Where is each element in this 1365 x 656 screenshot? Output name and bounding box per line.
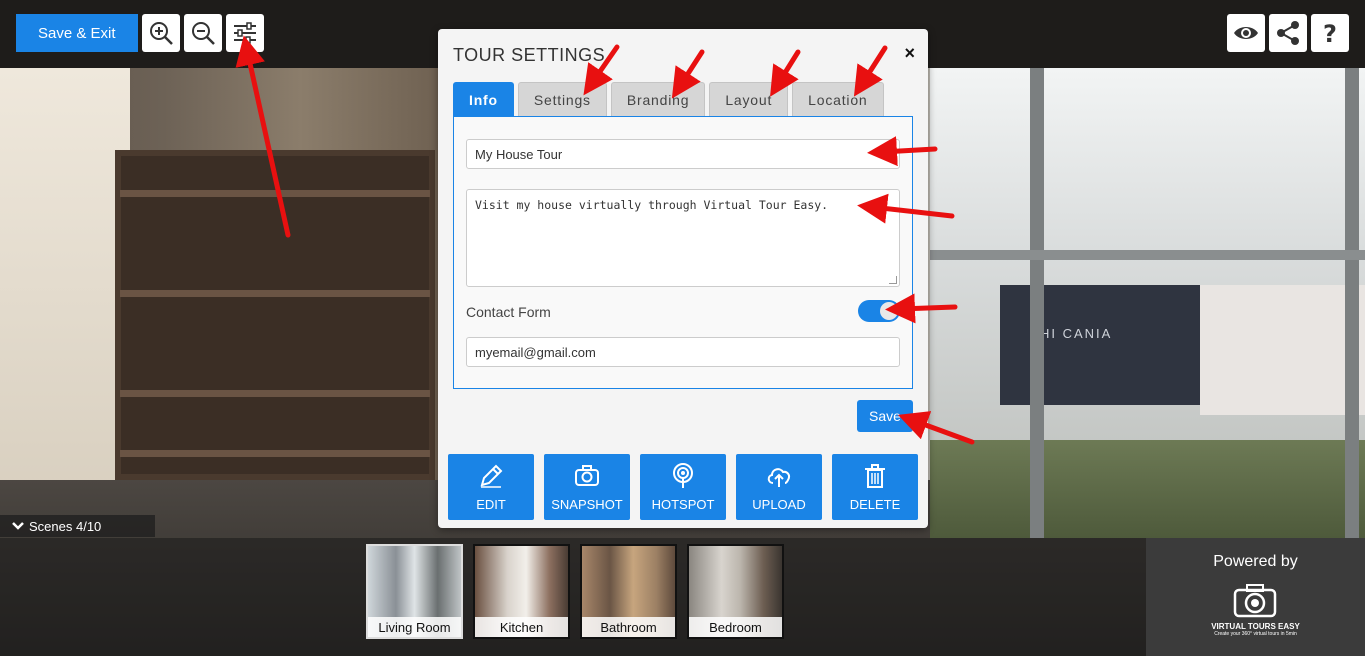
camera-icon xyxy=(575,465,599,486)
tab-info[interactable]: Info xyxy=(453,82,514,116)
svg-text:?: ? xyxy=(1323,20,1337,46)
shelf xyxy=(120,390,430,397)
top-right-toolbar: ? xyxy=(1227,14,1349,52)
scene-caption: Bathroom xyxy=(582,617,675,637)
edit-button[interactable]: EDIT xyxy=(448,454,534,520)
resize-handle[interactable] xyxy=(889,276,897,284)
scene-thumb-kitchen[interactable]: Kitchen xyxy=(473,544,570,639)
chevron-down-icon xyxy=(12,522,24,530)
contact-form-toggle[interactable] xyxy=(858,300,900,322)
wall xyxy=(0,68,130,508)
scene-thumb-bedroom[interactable]: Bedroom xyxy=(687,544,784,639)
tour-settings-button[interactable] xyxy=(225,14,264,52)
billboard-logo-panel xyxy=(1200,285,1365,415)
lawn xyxy=(930,440,1365,538)
scene-caption: Living Room xyxy=(368,617,461,637)
tour-settings-dialog: TOUR SETTINGS × Info Settings Branding L… xyxy=(438,29,928,528)
shelf xyxy=(120,190,430,197)
help-button[interactable]: ? xyxy=(1311,14,1349,52)
share-icon xyxy=(1277,21,1299,45)
window-frame xyxy=(1030,68,1044,538)
preview-button[interactable] xyxy=(1227,14,1265,52)
brand-tagline: Create your 360° virtual tours in 5min xyxy=(1214,631,1297,637)
snapshot-button[interactable]: SNAPSHOT xyxy=(544,454,630,520)
tab-location[interactable]: Location xyxy=(792,82,884,116)
cloud-upload-icon xyxy=(767,468,791,487)
window-frame xyxy=(1345,68,1359,538)
scene-thumb-bathroom[interactable]: Bathroom xyxy=(580,544,677,639)
trash-icon xyxy=(865,464,885,488)
eye-icon xyxy=(1234,27,1258,39)
pencil-icon xyxy=(480,464,503,488)
help-icon: ? xyxy=(1323,20,1337,46)
scenes-toggle[interactable]: Scenes 4/10 xyxy=(0,515,155,537)
zoom-in-icon xyxy=(149,22,173,45)
info-panel: My House Tour Visit my house virtually t… xyxy=(453,116,913,389)
delete-label: DELETE xyxy=(849,497,901,512)
scene-thumbnails: Living Room Kitchen Bathroom Bedroom xyxy=(366,544,784,639)
brand-name: VIRTUAL TOURS EASY xyxy=(1211,622,1300,631)
settings-tabs: Info Settings Branding Layout Location xyxy=(453,82,884,116)
billboard-text: HI CANIA xyxy=(1040,326,1113,341)
tour-name-input[interactable]: My House Tour xyxy=(466,139,900,169)
upload-button[interactable]: UPLOAD xyxy=(736,454,822,520)
powered-by-label: Powered by xyxy=(1213,553,1298,570)
window-frame xyxy=(930,250,1365,260)
tab-branding[interactable]: Branding xyxy=(610,82,706,116)
save-exit-button[interactable]: Save & Exit xyxy=(16,14,138,52)
scene-thumb-living-room[interactable]: Living Room xyxy=(366,544,463,639)
camera-logo-icon xyxy=(1233,584,1277,618)
scenes-count: Scenes 4/10 xyxy=(29,518,102,534)
hotspot-icon xyxy=(673,463,693,488)
tab-layout[interactable]: Layout xyxy=(709,82,789,116)
zoom-out-button[interactable] xyxy=(183,14,222,52)
sliders-icon xyxy=(233,22,256,44)
dialog-title: TOUR SETTINGS xyxy=(453,45,606,65)
scene-caption: Kitchen xyxy=(475,617,568,637)
tab-settings[interactable]: Settings xyxy=(517,82,607,116)
top-left-toolbar: Save & Exit xyxy=(16,14,264,52)
toggle-knob xyxy=(880,302,898,320)
hotspot-button[interactable]: HOTSPOT xyxy=(640,454,726,520)
delete-button[interactable]: DELETE xyxy=(832,454,918,520)
hotspot-label: HOTSPOT xyxy=(651,497,715,512)
save-button[interactable]: Save xyxy=(857,400,913,432)
description-text: Visit my house virtually through Virtual… xyxy=(475,198,829,212)
email-field[interactable]: myemail@gmail.com xyxy=(466,337,900,367)
scene-actions: EDIT SNAPSHOT HOTSPOT UPLOAD DELETE xyxy=(448,454,918,520)
shelf xyxy=(120,290,430,297)
zoom-out-icon xyxy=(191,22,215,45)
powered-by-panel: Powered by VIRTUAL TOURS EASY Create you… xyxy=(1146,538,1365,656)
shelf xyxy=(120,450,430,457)
upload-label: UPLOAD xyxy=(752,497,806,512)
zoom-in-button[interactable] xyxy=(141,14,180,52)
scene-caption: Bedroom xyxy=(689,617,782,637)
share-button[interactable] xyxy=(1269,14,1307,52)
bookshelf xyxy=(115,150,435,480)
edit-label: EDIT xyxy=(476,497,506,512)
snapshot-label: SNAPSHOT xyxy=(551,497,623,512)
close-button[interactable]: × xyxy=(904,43,915,64)
contact-form-label: Contact Form xyxy=(466,304,551,320)
description-textarea[interactable]: Visit my house virtually through Virtual… xyxy=(466,189,900,287)
